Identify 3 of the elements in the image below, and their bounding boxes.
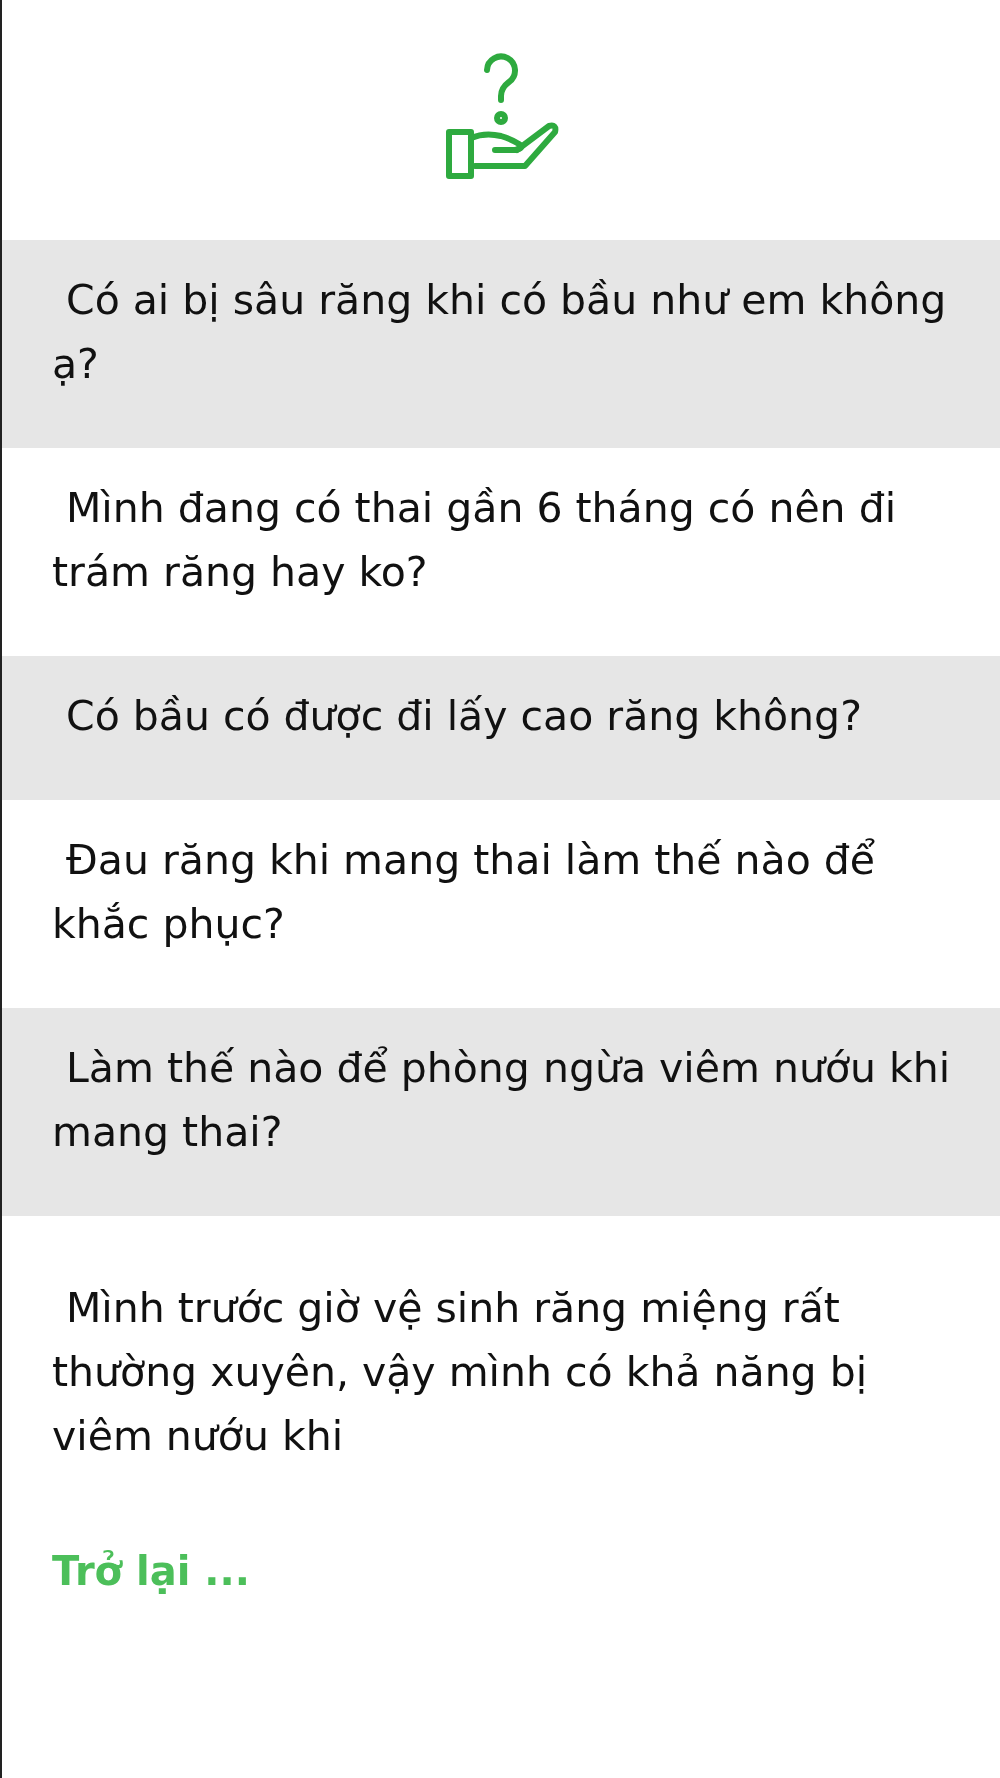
question-link[interactable]: Đau răng khi mang thai làm thế nào để khắc phục? bbox=[52, 828, 970, 956]
question-link[interactable]: Mình trước giờ vệ sinh răng miệng rất thường xuyên, vậy mình có khả năng bị viêm nướu khi bbox=[52, 1276, 970, 1468]
question-link[interactable]: Mình đang có thai gần 6 tháng có nên đi trám răng hay ko? bbox=[52, 476, 970, 604]
